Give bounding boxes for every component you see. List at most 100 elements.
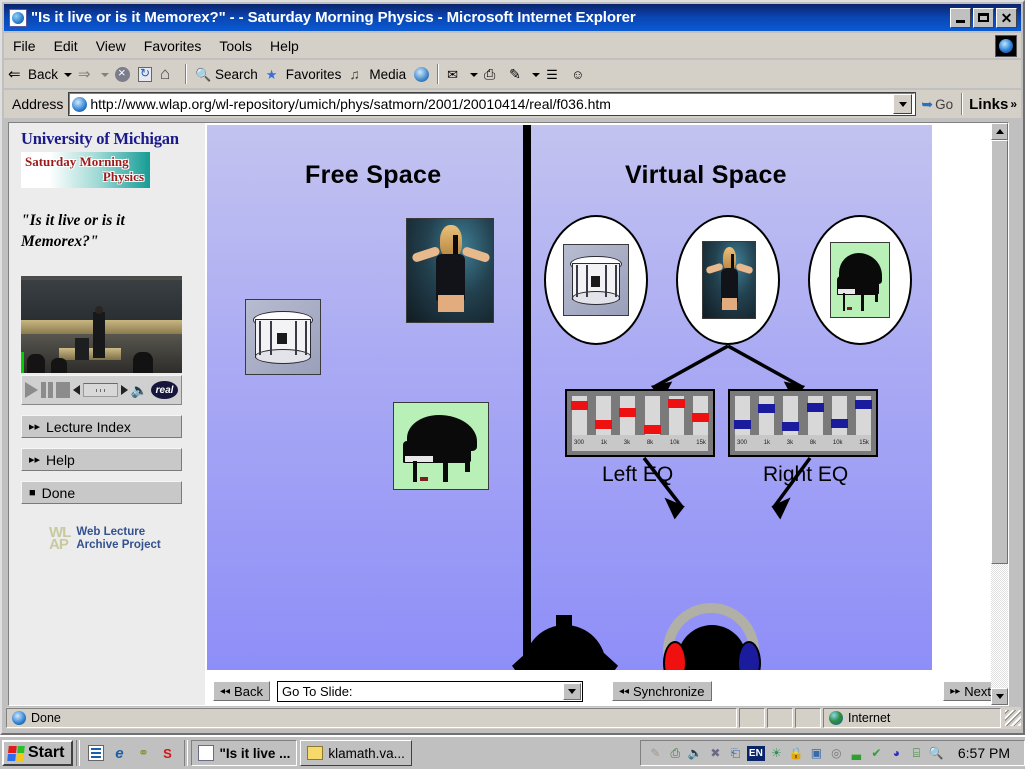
status-pane-2 [767, 708, 793, 728]
status-text: Done [31, 711, 61, 725]
virtual-snare-drum-circle [544, 215, 648, 345]
go-arrow-icon: ➥ [921, 95, 934, 112]
volume-icon[interactable]: 🔈 [687, 745, 704, 762]
left-eq-panel[interactable]: 300 1k 3k 8k 10k 15k [565, 389, 715, 457]
taskbar-item-ie[interactable]: "Is it live ... [191, 740, 298, 766]
menu-help[interactable]: Help [261, 35, 308, 57]
square-icon: ■ [29, 486, 36, 499]
network-disconnected-icon[interactable]: ✖ [707, 745, 724, 762]
monitor-icon[interactable]: ⌸ [908, 745, 925, 762]
lecture-index-button[interactable]: ▸▸ Lecture Index [21, 415, 182, 438]
address-dropdown-button[interactable] [893, 94, 913, 114]
mail-dropdown-icon[interactable] [470, 73, 479, 77]
messenger-button[interactable] [567, 64, 592, 85]
mail-button[interactable] [443, 64, 468, 85]
messenger-icon [571, 66, 588, 83]
network-icon[interactable]: ⚭ [134, 744, 152, 762]
go-to-slide-select[interactable]: Go To Slide: [276, 680, 583, 702]
security-zone-text: Internet [848, 711, 891, 725]
mouse-icon[interactable]: ✎ [647, 745, 664, 762]
slide-navigation-bar: ◂◂ Back Go To Slide: ◂◂ Synchronize ▸▸ N… [205, 677, 1008, 705]
right-eq-panel[interactable]: 300 1k 3k 8k 10k 15k [728, 389, 878, 457]
back-dropdown-icon[interactable] [64, 73, 73, 77]
network-connection-icon[interactable]: ⎗ [727, 745, 744, 762]
taskbar-item-explorer[interactable]: klamath.va... [300, 740, 412, 766]
sync-double-arrow-icon: ◂◂ [618, 685, 629, 697]
satellite-icon[interactable]: ☀ [768, 745, 785, 762]
security-zone-pane[interactable]: Internet [823, 708, 1001, 728]
menu-view[interactable]: View [87, 35, 135, 57]
lecture-video-thumbnail[interactable] [21, 276, 182, 373]
cd-burner-icon[interactable]: ◎ [828, 745, 845, 762]
forward-dropdown-icon[interactable] [101, 73, 110, 77]
taskbar-divider [76, 740, 81, 766]
synchronize-button[interactable]: ◂◂ Synchronize [611, 681, 712, 701]
previous-icon[interactable] [73, 385, 81, 395]
taskbar-clock[interactable]: 6:57 PM [948, 745, 1018, 761]
slide-divider [523, 125, 531, 667]
refresh-button[interactable] [134, 65, 156, 84]
edit-dropdown-icon[interactable] [532, 73, 541, 77]
address-input[interactable]: http://www.wlap.org/wl-repository/umich/… [68, 92, 917, 116]
scrollbar-track[interactable] [991, 140, 1008, 688]
close-button[interactable]: ✕ [996, 7, 1017, 28]
edit-button[interactable] [505, 64, 530, 85]
language-indicator[interactable]: EN [746, 745, 765, 761]
security-warning-icon[interactable]: 🔒 [788, 745, 805, 762]
done-button[interactable]: ■ Done [21, 481, 182, 504]
home-button[interactable] [156, 64, 181, 85]
antivirus-icon[interactable]: ✔ [868, 745, 885, 762]
eq-band-label: 8k [809, 440, 817, 446]
back-double-arrow-icon: ◂◂ [220, 685, 231, 697]
menu-edit[interactable]: Edit [45, 35, 87, 57]
scrollbar-thumb[interactable] [991, 140, 1008, 564]
slide-back-button[interactable]: ◂◂ Back [213, 681, 270, 701]
help-button[interactable]: ▸▸ Help [21, 448, 182, 471]
scroll-up-button[interactable] [991, 123, 1008, 140]
forward-button[interactable] [74, 64, 99, 85]
media-button[interactable]: Media [345, 64, 410, 85]
back-button[interactable]: Back [4, 64, 62, 85]
eq-slider-track [854, 396, 872, 437]
seek-slider[interactable] [83, 383, 118, 397]
stop-icon[interactable] [56, 382, 71, 398]
start-button[interactable]: Start [2, 740, 74, 766]
eq-band-label: 1k [763, 440, 771, 446]
page-vertical-scrollbar[interactable] [991, 123, 1008, 705]
logo-line-1: Saturday Morning [25, 154, 129, 169]
messenger-icon[interactable]: ◕ [888, 745, 905, 762]
camera-icon[interactable]: ▣ [808, 745, 825, 762]
signal-strength-icon[interactable]: ▃ [848, 745, 865, 762]
toolbar-separator-2 [437, 64, 440, 84]
search-button[interactable]: Search [191, 64, 262, 85]
volume-icon[interactable]: 🔈 [131, 382, 148, 399]
chevron-down-icon[interactable] [562, 682, 581, 700]
resize-grip[interactable] [1005, 710, 1021, 726]
virtual-snare-drum-image [563, 244, 629, 316]
pause-icon[interactable] [41, 382, 53, 398]
scroll-down-button[interactable] [991, 688, 1008, 705]
play-icon[interactable] [25, 382, 38, 398]
printer-icon[interactable]: ⎙ [667, 745, 684, 762]
next-icon[interactable] [120, 385, 128, 395]
go-button[interactable]: ➥ Go [915, 96, 959, 113]
maximize-button[interactable] [973, 7, 994, 28]
skype-icon[interactable]: S [158, 744, 176, 762]
print-button[interactable] [480, 64, 505, 85]
menu-file[interactable]: File [4, 35, 45, 57]
notepad-icon[interactable] [88, 745, 105, 761]
minimize-button[interactable] [950, 7, 971, 28]
favorites-button[interactable]: Favorites [262, 64, 346, 85]
slide-next-button[interactable]: ▸▸ Next [943, 681, 998, 701]
wlap-text: Web Lecture Archive Project [76, 526, 160, 552]
links-button[interactable]: Links » [965, 96, 1021, 113]
internet-explorer-icon[interactable]: e [110, 744, 128, 762]
menu-favorites[interactable]: Favorites [135, 35, 211, 57]
history-button[interactable] [410, 65, 433, 84]
virtual-singer-image [702, 241, 756, 319]
search-icon[interactable]: 🔍 [928, 745, 945, 762]
realplayer-logo: real [151, 381, 178, 399]
stop-button[interactable] [111, 65, 134, 84]
menu-tools[interactable]: Tools [210, 35, 261, 57]
discussions-button[interactable] [542, 64, 567, 85]
